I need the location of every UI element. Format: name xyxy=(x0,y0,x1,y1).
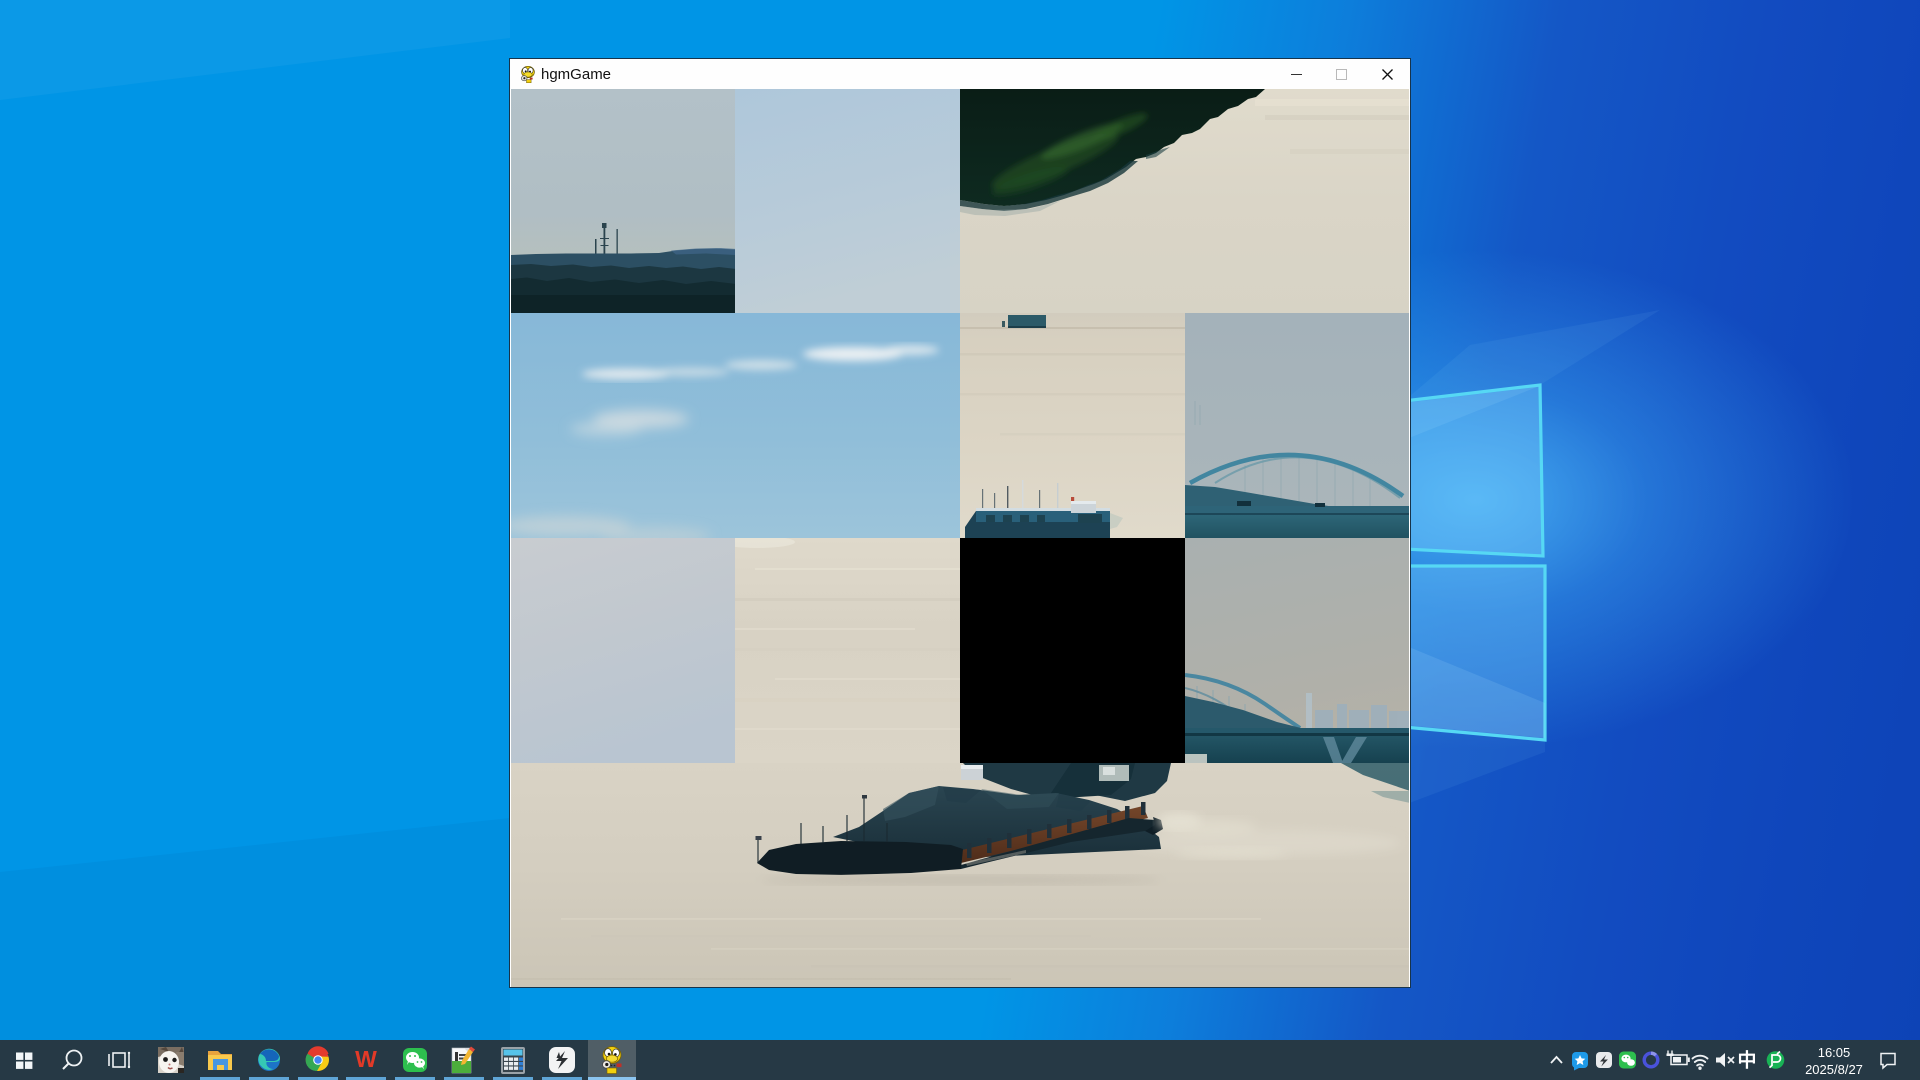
svg-text:W: W xyxy=(355,1046,377,1072)
svg-text:中: 中 xyxy=(1737,1049,1756,1072)
